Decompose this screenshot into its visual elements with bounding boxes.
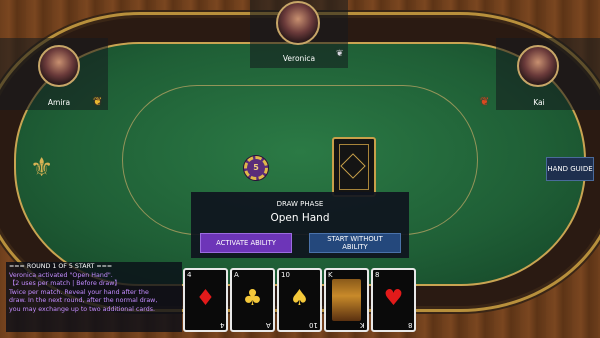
- hand-card[interactable]: 4 ♦ 4: [183, 268, 228, 332]
- card-rank: 8: [407, 321, 412, 329]
- portrait-icon[interactable]: [38, 45, 80, 87]
- card-rank: K: [360, 321, 365, 329]
- fleur-icon: ⚜: [30, 153, 54, 183]
- card-rank: A: [266, 321, 271, 329]
- game-log[interactable]: === ROUND 1 OF 5 START === Veronica acti…: [6, 262, 182, 332]
- club-icon: ♣: [242, 286, 263, 311]
- portrait-icon[interactable]: [517, 45, 559, 87]
- player-name-veronica: Veronica: [282, 54, 316, 63]
- diamond-icon: ♦: [195, 286, 216, 311]
- phase-name: Open Hand: [270, 212, 330, 224]
- player-name-kai: Kai: [533, 98, 545, 107]
- gold-red-crest-icon: ❦: [480, 95, 490, 108]
- start-without-ability-label: START WITHOUT ABILITY: [327, 235, 383, 251]
- card-back-icon[interactable]: [332, 137, 376, 197]
- player-name-amira: Amira: [47, 98, 71, 107]
- log-line: draw. In the next round, after the norma…: [9, 297, 158, 304]
- card-rank: 10: [281, 271, 290, 279]
- spade-icon: ♠: [289, 286, 310, 311]
- card-rank: 8: [375, 271, 380, 279]
- hand-card[interactable]: 8 ♥ 8: [371, 268, 416, 332]
- start-without-ability-button[interactable]: START WITHOUT ABILITY: [309, 233, 401, 253]
- hand-guide-button[interactable]: HAND GUIDE: [546, 157, 594, 181]
- phase-label: DRAW PHASE: [276, 200, 324, 208]
- log-line: you may exchange up to two additional ca…: [9, 305, 155, 313]
- poker-chip-icon: 5: [244, 156, 268, 180]
- card-rank: A: [234, 271, 239, 279]
- log-line: Twice per match. Reveal your hand after …: [9, 288, 149, 296]
- silver-crest-icon: ❦: [336, 49, 344, 59]
- heart-icon: ♥: [383, 286, 404, 311]
- hand-card[interactable]: K K: [324, 268, 369, 332]
- phase-panel: DRAW PHASE Open Hand ACTIVATE ABILITY ST…: [191, 192, 409, 258]
- log-line: 【2 uses per match | Before draw】: [9, 280, 121, 287]
- king-portrait-icon: [332, 279, 361, 321]
- gold-blue-crest-icon: ❦: [93, 95, 103, 108]
- card-rank: 10: [309, 321, 318, 329]
- hand-card[interactable]: A ♣ A: [230, 268, 275, 332]
- log-line: === ROUND 1 OF 5 START ===: [9, 263, 113, 270]
- log-line: Veronica activated "Open Hand".: [9, 271, 113, 279]
- activate-ability-button[interactable]: ACTIVATE ABILITY: [200, 233, 292, 253]
- card-rank: 4: [187, 271, 192, 279]
- hand-card[interactable]: 10 ♠ 10: [277, 268, 322, 332]
- card-rank: K: [328, 271, 333, 279]
- card-rank: 4: [219, 321, 224, 329]
- portrait-icon[interactable]: [276, 1, 320, 45]
